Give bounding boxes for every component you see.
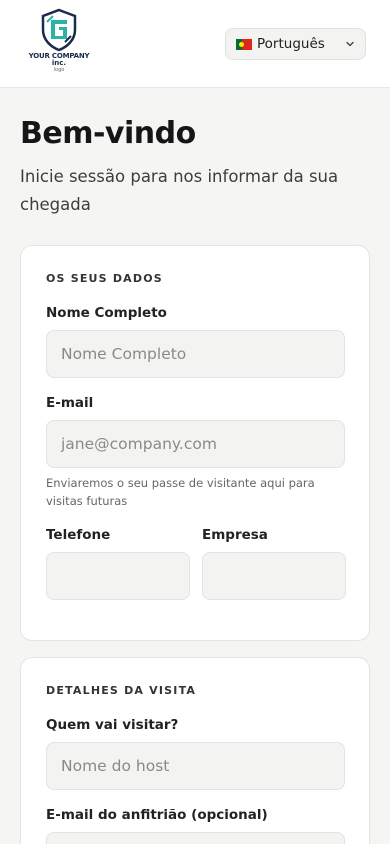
email-hint: Enviaremos o seu passe de visitante aqui… bbox=[46, 476, 315, 508]
email-label: E-mail bbox=[46, 395, 94, 411]
shield-logo-icon bbox=[41, 8, 77, 52]
visit-details-card: DETALHES DA VISITA Quem vai visitar? Nom… bbox=[20, 657, 370, 844]
email-placeholder: jane@company.com bbox=[61, 435, 217, 453]
full-name-label: Nome Completo bbox=[46, 305, 167, 321]
full-name-placeholder: Nome Completo bbox=[61, 345, 187, 363]
host-input[interactable]: Nome do host bbox=[46, 742, 345, 790]
phone-label: Telefone bbox=[46, 527, 111, 543]
host-email-label: E-mail do anfitrião (opcional) bbox=[46, 807, 268, 823]
chevron-down-icon bbox=[346, 41, 354, 47]
page-subtitle: Inicie sessão para nos informar da sua c… bbox=[20, 167, 339, 214]
top-header: YOUR COMPANY inc. logo Português bbox=[0, 0, 390, 88]
your-details-card: OS SEUS DADOS Nome Completo Nome Complet… bbox=[20, 245, 370, 641]
visit-details-section-title: DETALHES DA VISITA bbox=[46, 684, 197, 697]
host-label: Quem vai visitar? bbox=[46, 717, 179, 733]
your-details-section-title: OS SEUS DADOS bbox=[46, 272, 163, 285]
portugal-flag-icon bbox=[236, 38, 252, 50]
company-label: Empresa bbox=[202, 527, 268, 543]
page-title: Bem-vindo bbox=[20, 116, 196, 151]
company-logo: YOUR COMPANY inc. logo bbox=[24, 8, 94, 80]
logo-line2: inc. bbox=[51, 59, 67, 67]
host-email-input[interactable] bbox=[46, 832, 345, 844]
language-select[interactable]: Português bbox=[225, 28, 366, 60]
email-input[interactable]: jane@company.com bbox=[46, 420, 345, 468]
company-input[interactable] bbox=[202, 552, 346, 600]
logo-line3: logo bbox=[53, 67, 65, 73]
phone-input[interactable] bbox=[46, 552, 190, 600]
full-name-input[interactable]: Nome Completo bbox=[46, 330, 345, 378]
language-label: Português bbox=[257, 36, 325, 52]
host-placeholder: Nome do host bbox=[61, 757, 170, 775]
